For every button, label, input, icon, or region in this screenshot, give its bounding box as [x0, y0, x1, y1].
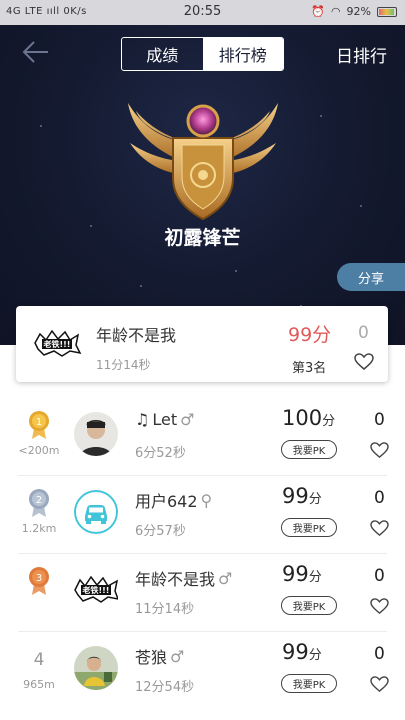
distance-label: 1.2km	[21, 522, 57, 535]
star-dot	[140, 285, 142, 287]
user-score: 99分	[282, 484, 322, 508]
user-name: ♫ Let ♂	[135, 410, 194, 429]
status-bar: 4G LTE ııll 0K/s 20:55 ⏰ ◠ 92%	[0, 0, 405, 25]
user-score: 100分	[282, 406, 336, 430]
battery-icon	[377, 6, 397, 17]
alarm-icon: ⏰	[311, 5, 325, 18]
ranking-row[interactable]: 4 965m 苍狼 ♂ 12分54秒 99分 我要PK 0	[0, 632, 405, 710]
star-dot	[320, 115, 322, 117]
star-dot	[235, 270, 237, 272]
user-name: 用户642 ⚲	[135, 488, 212, 512]
avatar[interactable]	[74, 646, 118, 690]
my-name: 年龄不是我	[96, 326, 177, 345]
my-like-count: 0	[358, 323, 369, 343]
daily-ranking-button[interactable]: 日排行	[336, 42, 387, 67]
tab-switcher: 成绩 排行榜	[121, 37, 284, 71]
like-count: 0	[374, 566, 385, 586]
heart-icon[interactable]	[370, 598, 389, 615]
heart-icon[interactable]	[354, 353, 374, 371]
user-time: 12分54秒	[135, 680, 195, 695]
wifi-icon: ◠	[330, 5, 341, 18]
pk-button[interactable]: 我要PK	[281, 596, 337, 615]
gender-icon: ⚲	[200, 490, 213, 510]
svg-text:1: 1	[36, 417, 42, 428]
user-score: 99分	[282, 640, 322, 664]
star-dot	[40, 125, 42, 127]
user-name-text: 用户642	[135, 492, 198, 511]
svg-text:2: 2	[36, 495, 42, 506]
svg-text:老铁!!!: 老铁!!!	[82, 585, 110, 595]
pk-button[interactable]: 我要PK	[281, 518, 337, 537]
level-badge-icon	[128, 103, 278, 221]
svg-text:3: 3	[36, 573, 42, 584]
hero-header: 成绩 排行榜 日排行 初露锋芒 分享	[0, 25, 405, 345]
male-icon: ♂	[218, 568, 233, 588]
user-logo-avatar: 老铁!!!	[34, 329, 82, 357]
user-time: 6分57秒	[135, 524, 186, 539]
silver-medal-icon: 2	[29, 489, 49, 517]
like-count: 0	[374, 488, 385, 508]
like-count: 0	[374, 410, 385, 430]
user-time: 6分52秒	[135, 446, 186, 461]
share-button[interactable]: 分享	[337, 263, 405, 291]
heart-icon[interactable]	[370, 676, 389, 693]
user-name: 苍狼 ♂	[135, 644, 184, 668]
pk-button[interactable]: 我要PK	[281, 440, 337, 459]
user-name: 年龄不是我 ♂	[135, 566, 232, 590]
my-result-card: 老铁!!! 年龄不是我 11分14秒 99分 第3名 0	[16, 306, 388, 382]
male-icon: ♂	[170, 646, 185, 666]
star-dot	[360, 205, 362, 207]
avatar[interactable]	[74, 412, 118, 456]
user-time: 11分14秒	[135, 602, 195, 617]
my-time: 11分14秒	[96, 358, 151, 372]
user-name-text: 苍狼	[135, 648, 168, 667]
gold-medal-icon: 1	[29, 411, 49, 439]
back-arrow-icon[interactable]	[20, 40, 50, 64]
ranking-row[interactable]: 3 老铁!!! 年龄不是我 ♂ 11分14秒 99分 我要PK 0	[0, 554, 405, 632]
pk-button[interactable]: 我要PK	[281, 674, 337, 693]
ranking-row[interactable]: 1 <200m ♫ Let ♂ 6分52秒 100分 我要PK 0	[0, 398, 405, 476]
tab-results[interactable]: 成绩	[122, 38, 203, 70]
status-right: ⏰ ◠ 92%	[311, 5, 397, 18]
my-rank: 第3名	[292, 361, 327, 376]
level-title: 初露锋芒	[164, 227, 241, 249]
car-avatar[interactable]	[74, 490, 118, 534]
ranking-row[interactable]: 2 1.2km 用户642 ⚲ 6分57秒 99分 我要PK 0	[0, 476, 405, 554]
battery-percent: 92%	[346, 5, 371, 18]
user-name-text: 年龄不是我	[135, 570, 216, 589]
rank-number: 4	[33, 650, 45, 670]
heart-icon[interactable]	[370, 520, 389, 537]
tab-leaderboard[interactable]: 排行榜	[202, 38, 283, 70]
distance-label: 965m	[23, 678, 55, 691]
male-icon: ♂	[180, 410, 195, 429]
svg-text:老铁!!!: 老铁!!!	[43, 339, 71, 349]
user-name-text: Let	[152, 410, 178, 429]
my-score: 99分	[288, 324, 332, 346]
user-logo-avatar[interactable]: 老铁!!!	[74, 568, 118, 612]
like-count: 0	[374, 644, 385, 664]
bronze-medal-icon: 3	[29, 567, 49, 595]
music-note-icon: ♫	[135, 410, 150, 429]
distance-label: <200m	[18, 444, 60, 457]
user-score: 99分	[282, 562, 322, 586]
heart-icon[interactable]	[370, 442, 389, 459]
